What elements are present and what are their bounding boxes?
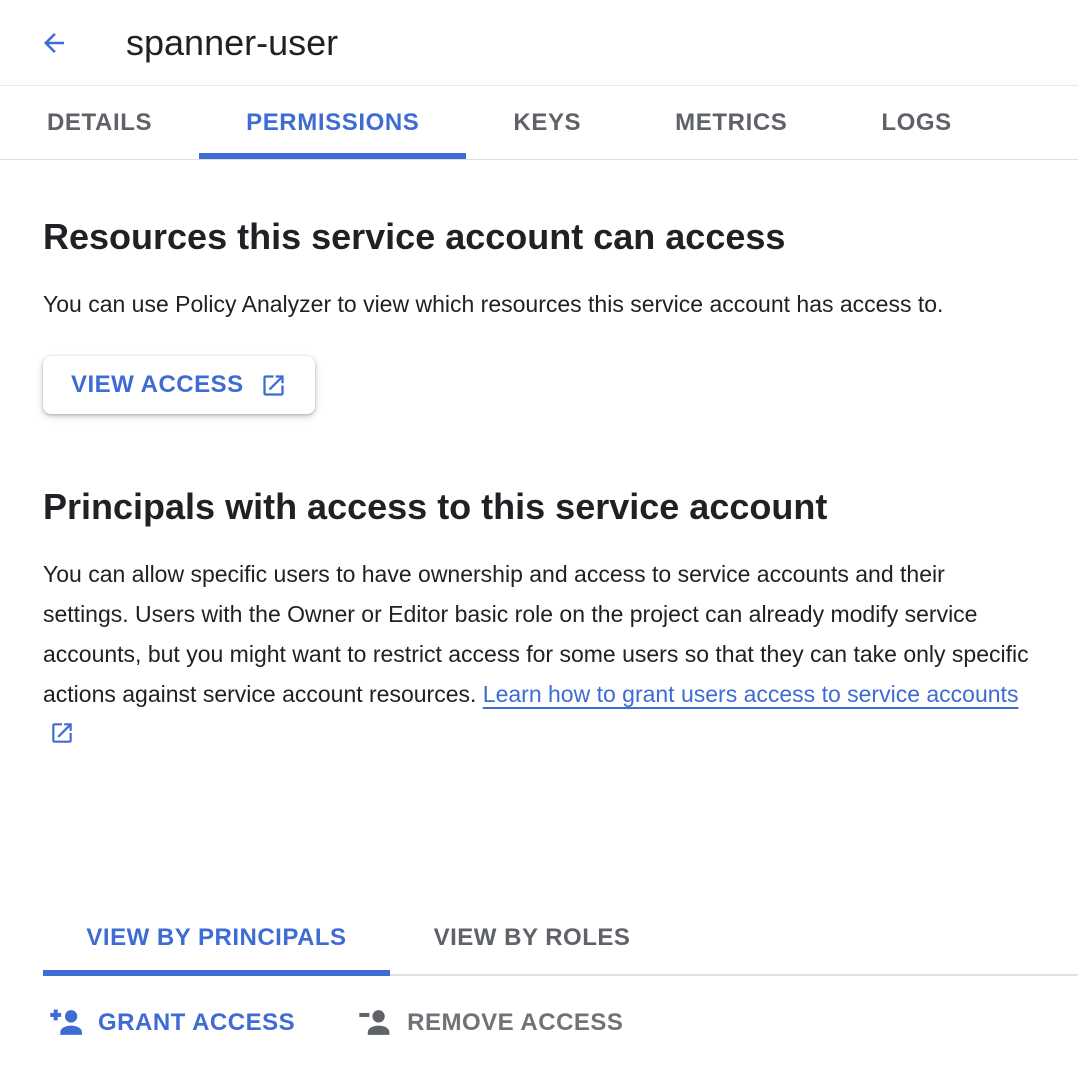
person-remove-icon [357, 1004, 394, 1041]
tab-permissions-label: PERMISSIONS [246, 109, 419, 137]
resources-section-description: You can use Policy Analyzer to view whic… [43, 284, 1035, 324]
tab-logs-label: LOGS [881, 109, 951, 137]
tab-metrics[interactable]: METRICS [628, 86, 834, 159]
principals-toolbar: GRANT ACCESS REMOVE ACCESS [0, 1004, 1078, 1041]
remove-access-button[interactable]: REMOVE ACCESS [357, 1004, 623, 1041]
primary-tab-bar: DETAILS PERMISSIONS KEYS METRICS LOGS [0, 86, 1078, 160]
tab-keys-label: KEYS [513, 109, 581, 137]
grant-access-label: GRANT ACCESS [98, 1009, 295, 1037]
permissions-panel: Resources this service account can acces… [0, 214, 1078, 754]
page-header: spanner-user [0, 0, 1078, 86]
tab-view-by-principals[interactable]: VIEW BY PRINCIPALS [43, 902, 390, 974]
view-access-button[interactable]: VIEW ACCESS [43, 356, 315, 414]
view-access-button-label: VIEW ACCESS [71, 371, 244, 399]
grant-users-help-link[interactable]: Learn how to grant users access to servi… [483, 681, 1019, 707]
open-in-new-icon [260, 372, 287, 399]
remove-access-label: REMOVE ACCESS [407, 1009, 623, 1037]
grant-access-button[interactable]: GRANT ACCESS [48, 1004, 295, 1041]
tab-metrics-label: METRICS [675, 109, 787, 137]
resources-section-heading: Resources this service account can acces… [43, 214, 1035, 260]
back-button[interactable] [38, 27, 70, 59]
service-account-detail-page: spanner-user DETAILS PERMISSIONS KEYS ME… [0, 0, 1078, 1041]
page-title: spanner-user [126, 22, 338, 64]
open-in-new-icon[interactable] [49, 720, 75, 746]
person-add-icon [48, 1004, 85, 1041]
tab-keys[interactable]: KEYS [466, 86, 628, 159]
principals-section-heading: Principals with access to this service a… [43, 484, 1035, 530]
tab-details-label: DETAILS [47, 109, 152, 137]
tab-view-by-roles[interactable]: VIEW BY ROLES [390, 902, 674, 974]
tab-permissions[interactable]: PERMISSIONS [199, 86, 466, 159]
tab-view-by-roles-label: VIEW BY ROLES [434, 924, 631, 952]
principals-section-description: You can allow specific users to have own… [43, 554, 1035, 754]
back-arrow-icon [39, 28, 69, 58]
view-mode-tab-bar: VIEW BY PRINCIPALS VIEW BY ROLES [43, 902, 1078, 976]
tab-logs[interactable]: LOGS [834, 86, 998, 159]
tab-details[interactable]: DETAILS [0, 86, 199, 159]
tab-view-by-principals-label: VIEW BY PRINCIPALS [86, 924, 346, 952]
